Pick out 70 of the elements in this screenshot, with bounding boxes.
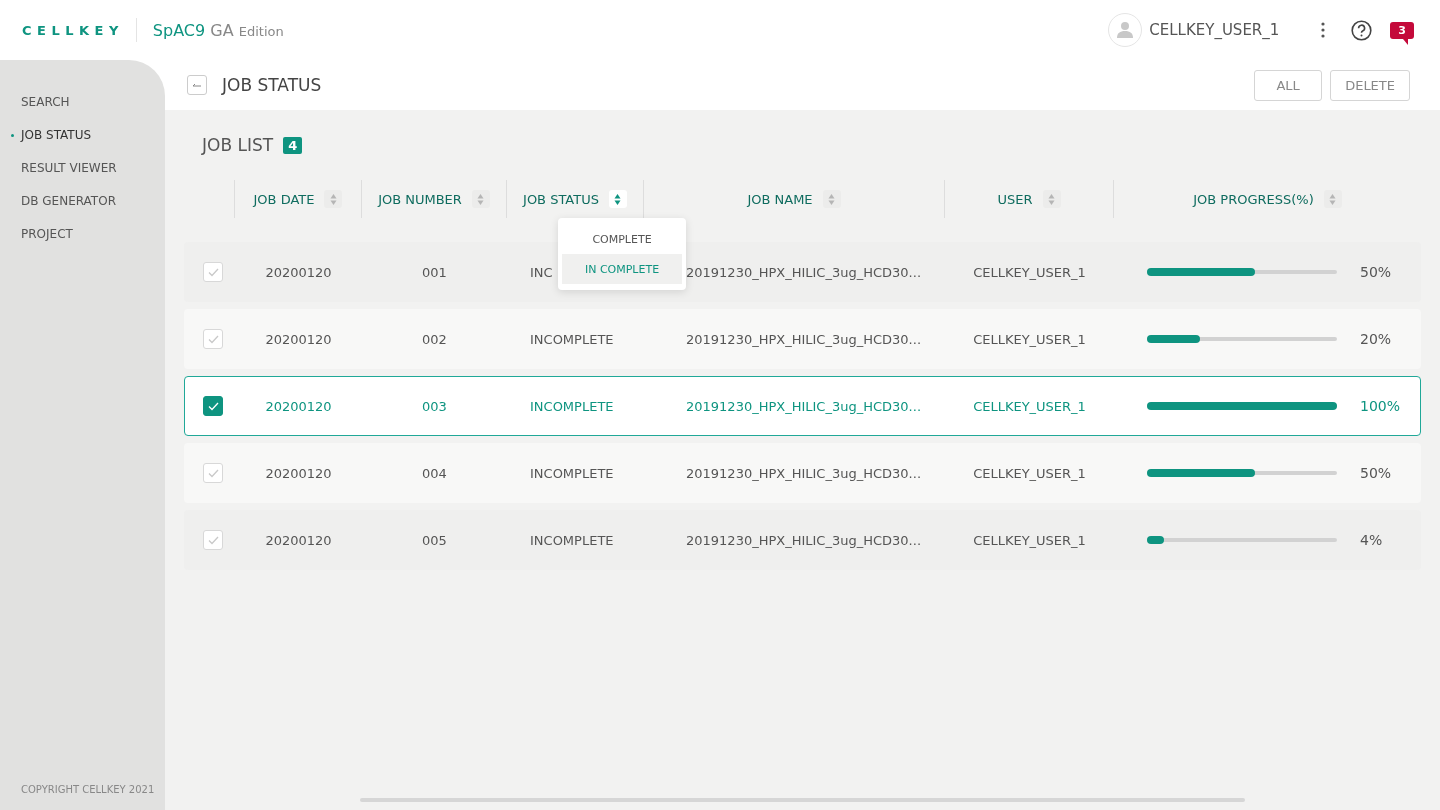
user-name[interactable]: CELLKEY_USER_1: [1149, 21, 1280, 39]
progress-value: 4%: [1360, 532, 1383, 548]
sidebar-item[interactable]: DB GENERATOR: [11, 193, 116, 210]
table-cell: 001: [422, 264, 447, 280]
table-cell: 20191230_HPX_HILIC_3ug_HCD30...: [686, 331, 921, 347]
sidebar-item[interactable]: JOB STATUS: [11, 127, 92, 144]
table-cell: 002: [422, 331, 447, 347]
table-row[interactable]: 20200120 004 INCOMPLETE 20191230_HPX_HILIC_3ug_HCD30... CELLKEY_USER_1 50%: [184, 443, 1421, 503]
table-cell: INCOMPLETE: [530, 532, 614, 548]
column-header: JOB DATE: [253, 191, 315, 207]
progress-value: 20%: [1360, 331, 1392, 347]
sort-icon[interactable]: [324, 190, 343, 208]
table-cell: CELLKEY_USER_1: [973, 264, 1086, 280]
page-title: JOB STATUS: [222, 75, 322, 95]
sort-icon[interactable]: [1042, 190, 1061, 208]
table-cell: 20200120: [265, 532, 332, 548]
action-button[interactable]: ALL: [1254, 69, 1323, 101]
back-button[interactable]: [187, 75, 207, 95]
table-cell: CELLKEY_USER_1: [973, 465, 1086, 481]
table-cell: INCOMPLETE: [530, 331, 614, 347]
action-button[interactable]: DELETE: [1330, 69, 1410, 101]
count-badge: 4: [283, 136, 303, 154]
progress-value: 50%: [1360, 264, 1392, 280]
sidebar-item[interactable]: RESULT VIEWER: [11, 160, 117, 177]
table-cell: INCOMPLETE: [530, 465, 614, 481]
table-cell: INC: [530, 264, 553, 280]
table-cell: 20200120: [265, 264, 332, 280]
section-title: JOB LIST: [202, 135, 274, 155]
table-cell: CELLKEY_USER_1: [973, 398, 1086, 414]
table-cell: 004: [422, 465, 447, 481]
check-icon: [207, 401, 219, 411]
column-header: USER: [997, 191, 1033, 207]
sort-icon[interactable]: [822, 190, 841, 208]
table-cell: 20191230_HPX_HILIC_3ug_HCD30...: [686, 264, 921, 280]
table-row[interactable]: 20200120 002 INCOMPLETE 20191230_HPX_HILIC_3ug_HCD30... CELLKEY_USER_1 20%: [184, 309, 1421, 369]
product-title: SpAC9 GA Edition: [152, 20, 284, 40]
table-row[interactable]: 20200120 003 INCOMPLETE 20191230_HPX_HILIC_3ug_HCD30... CELLKEY_USER_1 100%: [184, 376, 1421, 436]
check-icon: [207, 267, 219, 277]
check-icon: [207, 334, 219, 344]
check-icon: [207, 468, 219, 478]
column-header: JOB STATUS: [523, 191, 599, 207]
help-icon[interactable]: [1351, 19, 1373, 41]
copyright-text: COPYRIGHT CELLKEY 2021: [20, 784, 156, 795]
more-icon[interactable]: [1321, 22, 1326, 38]
sort-icon[interactable]: [1323, 190, 1342, 208]
progress-value: 50%: [1360, 465, 1392, 481]
progress-value: 100%: [1360, 398, 1401, 414]
column-header: JOB NAME: [747, 191, 813, 207]
sort-icon[interactable]: [471, 190, 490, 208]
sort-icon[interactable]: [608, 190, 627, 208]
table-cell: 20200120: [265, 398, 332, 414]
arrow-icon: [192, 82, 202, 88]
table-cell: 20191230_HPX_HILIC_3ug_HCD30...: [686, 398, 921, 414]
logo: CELLKEY: [22, 22, 124, 38]
table-cell: 003: [422, 398, 447, 414]
table-cell: INCOMPLETE: [530, 398, 614, 414]
table-cell: CELLKEY_USER_1: [973, 532, 1086, 548]
check-icon: [207, 535, 219, 545]
column-header: JOB NUMBER: [378, 191, 462, 207]
dropdown-option[interactable]: IN COMPLETE: [562, 254, 682, 284]
table-cell: 20200120: [265, 331, 332, 347]
sidebar-item[interactable]: SEARCH: [11, 94, 70, 111]
table-cell: 20200120: [265, 465, 332, 481]
table-cell: 20191230_HPX_HILIC_3ug_HCD30...: [686, 532, 921, 548]
column-header: JOB PROGRESS(%): [1193, 191, 1314, 207]
table-cell: 20191230_HPX_HILIC_3ug_HCD30...: [686, 465, 921, 481]
table-cell: 005: [422, 532, 447, 548]
table-cell: CELLKEY_USER_1: [973, 331, 1086, 347]
checkbox[interactable]: [203, 396, 223, 416]
sidebar-item[interactable]: PROJECT: [11, 226, 73, 243]
